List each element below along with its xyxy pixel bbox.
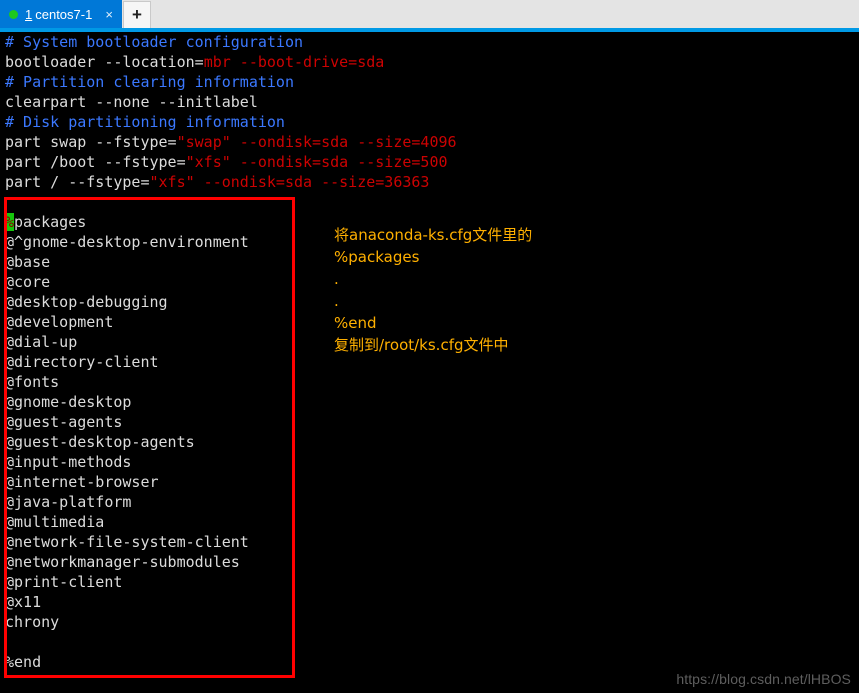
terminal-span: part swap --fstype= bbox=[5, 133, 177, 151]
terminal-span: mbr --boot-drive=sda bbox=[203, 53, 385, 71]
terminal-span: @dial-up bbox=[5, 333, 78, 351]
terminal-span: @internet-browser bbox=[5, 473, 159, 491]
text-cursor: % bbox=[5, 213, 15, 231]
terminal-span: @networkmanager-submodules bbox=[5, 553, 240, 571]
terminal-span: # Disk partitioning information bbox=[5, 113, 285, 131]
terminal-pane[interactable]: # System bootloader configuration bootloa… bbox=[0, 32, 859, 693]
terminal-span: # System bootloader configuration bbox=[5, 33, 304, 51]
terminal-span: @^gnome-desktop-environment bbox=[5, 233, 249, 251]
terminal-span: part /boot --fstype= bbox=[5, 153, 186, 171]
terminal-span: @directory-client bbox=[5, 353, 159, 371]
terminal-span: @guest-agents bbox=[5, 413, 123, 431]
terminal-line: part /boot --fstype="xfs" --ondisk=sda -… bbox=[0, 152, 859, 172]
terminal-span: chrony bbox=[5, 613, 60, 631]
terminal-span: %end bbox=[5, 653, 42, 671]
terminal-span: @development bbox=[5, 313, 114, 331]
annotation-line: %end bbox=[334, 314, 377, 332]
terminal-span: @java-platform bbox=[5, 493, 132, 511]
terminal-span: @fonts bbox=[5, 373, 60, 391]
terminal-span: @print-client bbox=[5, 573, 123, 591]
terminal-line: @x11 bbox=[0, 592, 859, 612]
terminal-span: @guest-desktop-agents bbox=[5, 433, 195, 451]
terminal-span: "xfs" --ondisk=sda --size=36363 bbox=[149, 173, 430, 191]
terminal-span: bootloader --location= bbox=[5, 53, 204, 71]
terminal-line: @internet-browser bbox=[0, 472, 859, 492]
terminal-span: "xfs" --ondisk=sda --size=500 bbox=[185, 153, 448, 171]
annotation-line: 复制到/root/ks.cfg文件中 bbox=[334, 336, 509, 354]
watermark: https://blog.csdn.net/lHBOS bbox=[676, 671, 851, 687]
terminal-span: @x11 bbox=[5, 593, 42, 611]
terminal-line: @fonts bbox=[0, 372, 859, 392]
terminal-line: clearpart --none --initlabel bbox=[0, 92, 859, 112]
terminal-line: chrony bbox=[0, 612, 859, 632]
terminal-line: @gnome-desktop bbox=[0, 392, 859, 412]
terminal-line: @multimedia bbox=[0, 512, 859, 532]
annotation-line: . bbox=[334, 292, 339, 310]
terminal-span: part / --fstype= bbox=[5, 173, 150, 191]
tab-status-dot-icon bbox=[9, 9, 18, 19]
terminal-span: packages bbox=[14, 213, 87, 231]
terminal-span: clearpart --none --initlabel bbox=[5, 93, 258, 111]
terminal-line: @print-client bbox=[0, 572, 859, 592]
annotation-line: 将anaconda-ks.cfg文件里的 bbox=[334, 226, 533, 244]
terminal-line: %end bbox=[0, 652, 859, 672]
tab-bar: 1 centos7-1 × + bbox=[0, 0, 859, 28]
terminal-line: bootloader --location=mbr --boot-drive=s… bbox=[0, 52, 859, 72]
terminal-span: @network-file-system-client bbox=[5, 533, 249, 551]
terminal-line: # Disk partitioning information bbox=[0, 112, 859, 132]
terminal-text: # System bootloader configuration bootloa… bbox=[0, 32, 859, 693]
terminal-line: @guest-agents bbox=[0, 412, 859, 432]
close-icon[interactable]: × bbox=[102, 8, 116, 21]
terminal-span: @desktop-debugging bbox=[5, 293, 168, 311]
terminal-line: @java-platform bbox=[0, 492, 859, 512]
terminal-line: part / --fstype="xfs" --ondisk=sda --siz… bbox=[0, 172, 859, 192]
terminal-span: @core bbox=[5, 273, 51, 291]
terminal-line: @networkmanager-submodules bbox=[0, 552, 859, 572]
terminal-span: @base bbox=[5, 253, 51, 271]
tab-centos7-1[interactable]: 1 centos7-1 × bbox=[0, 0, 122, 28]
new-tab-button[interactable]: + bbox=[122, 1, 151, 28]
tab-title-label: centos7-1 bbox=[35, 6, 93, 22]
terminal-line: part swap --fstype="swap" --ondisk=sda -… bbox=[0, 132, 859, 152]
terminal-line: # System bootloader configuration bbox=[0, 32, 859, 52]
terminal-span: # Partition clearing information bbox=[5, 73, 294, 91]
terminal-line: @input-methods bbox=[0, 452, 859, 472]
terminal-span: @input-methods bbox=[5, 453, 132, 471]
terminal-line: @guest-desktop-agents bbox=[0, 432, 859, 452]
annotation-line: %packages bbox=[334, 248, 420, 266]
terminal-span: "swap" --ondisk=sda --size=4096 bbox=[176, 133, 457, 151]
terminal-line: @network-file-system-client bbox=[0, 532, 859, 552]
annotation-note: 将anaconda-ks.cfg文件里的 %packages.. %end 复制到/r… bbox=[334, 224, 532, 356]
terminal-span: @gnome-desktop bbox=[5, 393, 132, 411]
terminal-line: # Partition clearing information bbox=[0, 72, 859, 92]
tab-index-label: 1 bbox=[25, 6, 33, 22]
annotation-line: . bbox=[334, 270, 339, 288]
terminal-span: @multimedia bbox=[5, 513, 105, 531]
